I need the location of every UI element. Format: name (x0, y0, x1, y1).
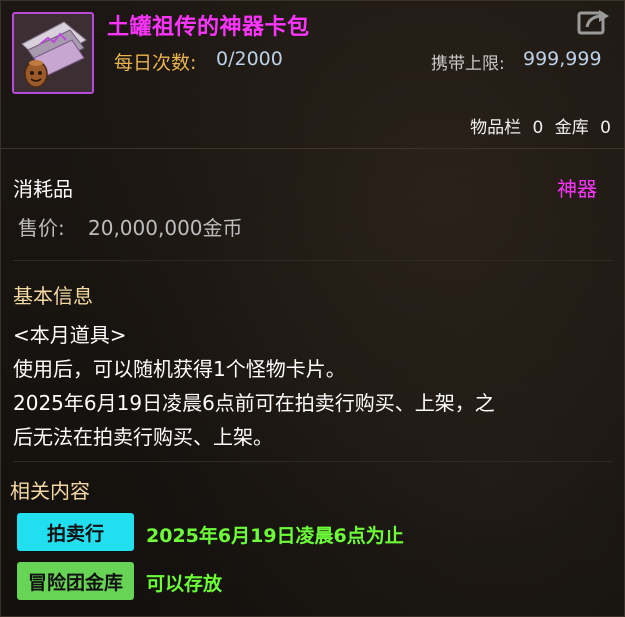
inventory-label: 物品栏 (470, 118, 522, 138)
vault-label: 金库 (554, 118, 589, 138)
section-divider (13, 260, 613, 261)
description-line: 后无法在拍卖行购买、上架。 (13, 425, 273, 449)
item-rarity: 神器 (557, 177, 597, 201)
carry-limit-value: 999,999 (523, 48, 602, 70)
inventory-count: 0 (532, 118, 544, 138)
vault-count: 0 (600, 118, 611, 138)
description-line: <本月道具> (13, 323, 127, 347)
card-pack-icon (12, 12, 94, 94)
item-title: 土罐祖传的神器卡包 (107, 15, 310, 40)
auction-house-tag[interactable]: 拍卖行 (17, 513, 134, 551)
daily-count-label: 每日次数: (114, 52, 197, 74)
guild-vault-tag[interactable]: 冒险团金库 (17, 562, 134, 600)
item-tooltip: 土罐祖传的神器卡包 每日次数: 0/2000 携带上限: 999,999 物品栏… (0, 0, 625, 617)
description-line: 使用后，可以随机获得1个怪物卡片。 (13, 357, 346, 381)
share-export-icon[interactable] (577, 7, 611, 37)
auction-house-text: 2025年6月19日凌晨6点为止 (146, 525, 404, 547)
daily-count-value: 0/2000 (216, 48, 283, 70)
item-type: 消耗品 (13, 177, 73, 201)
section-divider (13, 461, 613, 462)
price-label: 售价: (18, 216, 65, 240)
storage-counts: 物品栏 0 金库 0 (464, 113, 611, 138)
guild-vault-text: 可以存放 (146, 573, 223, 595)
related-content-title: 相关内容 (10, 479, 90, 503)
description-line: 2025年6月19日凌晨6点前可在拍卖行购买、上架，之 (13, 391, 495, 415)
carry-limit-label: 携带上限: (431, 54, 505, 74)
price-value: 20,000,000金币 (88, 216, 243, 240)
basic-info-title: 基本信息 (13, 284, 93, 308)
header-divider (1, 148, 624, 149)
